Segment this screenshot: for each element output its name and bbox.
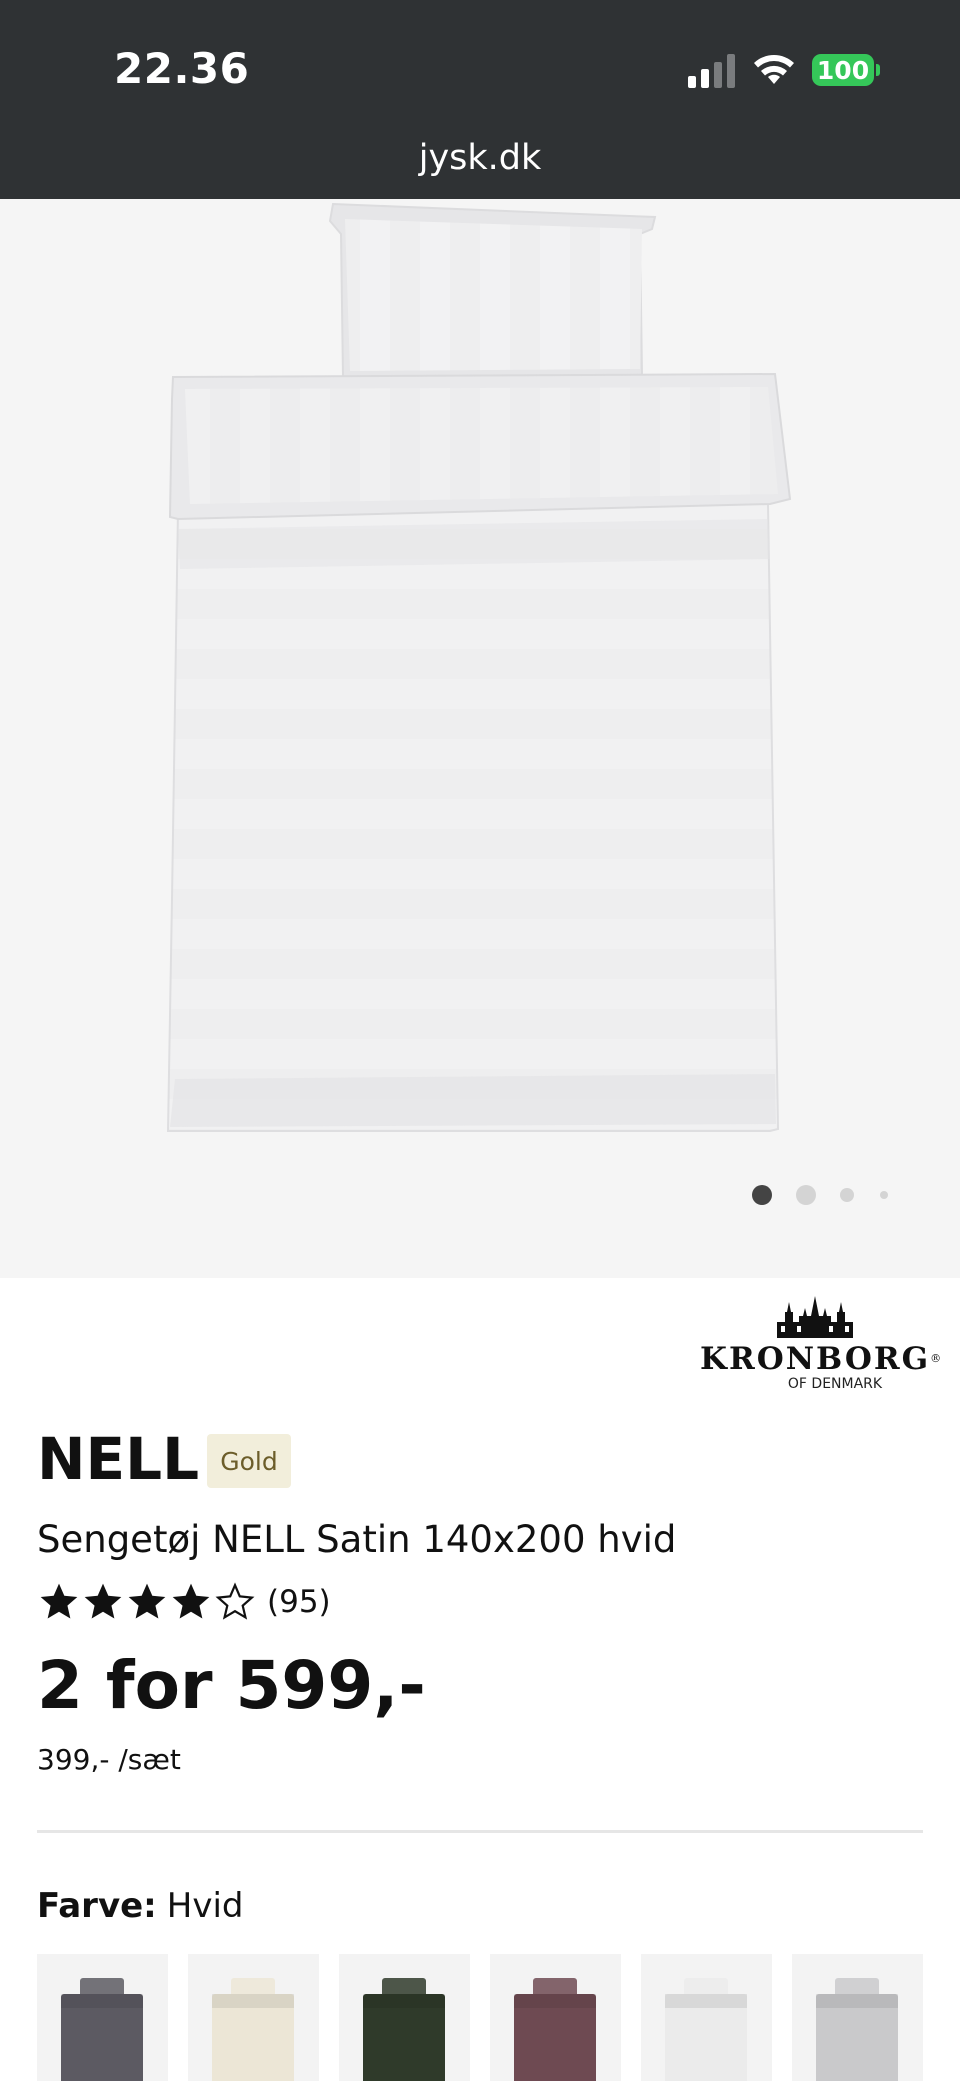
gold-badge: Gold [207,1434,291,1488]
color-selector-label: Farve: Hvid [37,1884,243,1928]
unit-price: 399,- /sæt [37,1743,181,1776]
swatch-duvet-image [665,1978,747,2081]
product-photo [166,202,792,1132]
product-subtitle: Sengetøj NELL Satin 140x200 hvid [37,1518,677,1561]
brand-subline: OF DENMARK [787,1376,883,1392]
brand-name-text: KRONBORG [700,1341,931,1377]
status-time: 22.36 [114,44,250,93]
product-image-gallery[interactable] [0,199,960,1278]
browser-top-bar: 22.36 100 jysk.dk [0,0,960,199]
color-swatches [37,1954,937,2081]
gallery-dot-4[interactable] [880,1191,888,1199]
swatch-duvet-image [363,1978,445,2081]
wifi-icon [754,55,794,84]
brand-name: KRONBORG® [700,1341,941,1377]
swatch-duvet-image [816,1978,898,2081]
star-filled-icon [84,1583,122,1619]
product-title: NELL [37,1425,200,1493]
color-label: Farve: [37,1886,157,1926]
star-filled-icon [40,1583,78,1619]
color-swatch-beige[interactable] [188,1954,319,2081]
battery-tip [876,64,880,76]
color-swatch-grøn[interactable] [339,1954,470,2081]
selected-color: Hvid [166,1886,244,1926]
star-empty-icon [215,1582,255,1620]
color-swatch-lysegrå[interactable] [792,1954,923,2081]
star-filled-icon [172,1583,210,1619]
rating[interactable]: (95) [37,1574,331,1630]
gallery-dot-3[interactable] [840,1188,854,1202]
divider [37,1830,923,1833]
battery-icon: 100 [812,54,874,86]
gallery-dot-1[interactable] [752,1185,772,1205]
review-count[interactable]: (95) [267,1584,331,1620]
cellular-signal-icon [688,54,735,88]
brand-logo[interactable]: KRONBORG® OF DENMARK [700,1296,941,1406]
swatch-duvet-image [514,1978,596,2081]
url-bar[interactable]: jysk.dk [0,138,960,178]
swatch-duvet-image [212,1978,294,2081]
color-swatch-hvid[interactable] [641,1954,772,2081]
color-swatch-grå[interactable] [37,1954,168,2081]
gallery-dot-2[interactable] [796,1185,816,1205]
star-filled-icon [128,1583,166,1619]
price: 2 for 599,- [37,1647,426,1724]
brand-registered: ® [930,1352,944,1365]
color-swatch-bordeaux[interactable] [490,1954,621,2081]
swatch-duvet-image [61,1978,143,2081]
castle-icon [777,1296,853,1338]
